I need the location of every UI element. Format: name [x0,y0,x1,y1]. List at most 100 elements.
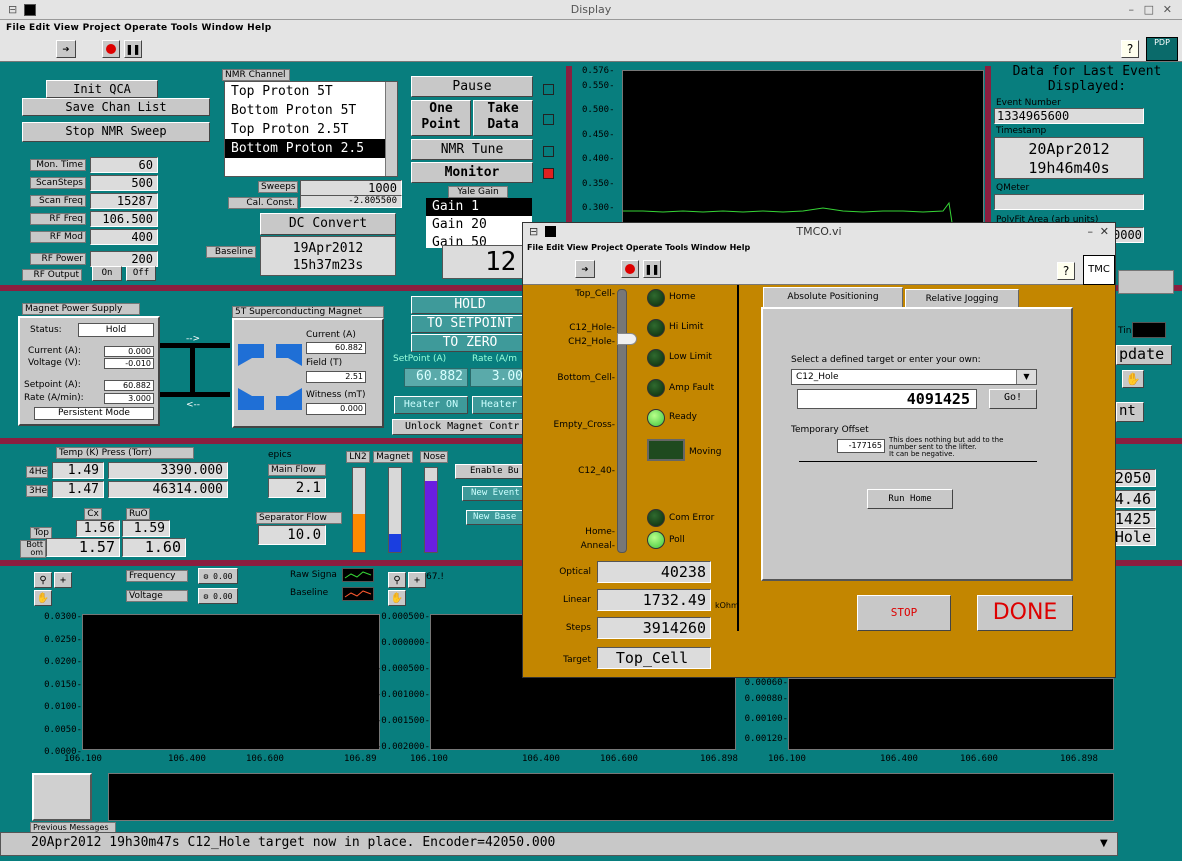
crosshair-icon[interactable]: + [54,572,72,588]
crosshair-icon[interactable]: + [408,572,426,588]
to-setpoint-button[interactable]: TO SETPOINT [411,315,529,333]
maximize-icon[interactable]: □ [1144,0,1154,20]
param-label: Mon. Time [30,159,86,171]
position-slider-thumb[interactable] [617,333,637,345]
menu-bar[interactable]: File Edit View Project Operate Tools Win… [0,20,1182,36]
tick-label: 106.100 [410,754,448,764]
magnet-link [160,392,230,397]
flow-arrow-left: <-- [186,400,201,410]
dc-convert-button[interactable]: DC Convert [260,213,396,235]
minimize-icon[interactable]: – [1129,0,1135,20]
status-light [32,773,92,821]
param-row: ScanSteps 500 [30,175,160,193]
unlock-magnet-button[interactable]: Unlock Magnet Contr [392,419,526,435]
mon-time-field[interactable]: 60 [90,157,158,173]
tmco-help-icon[interactable]: ? [1057,262,1075,280]
pan-hand-icon[interactable]: ✋ [34,590,52,606]
magnet-level-label: Magnet [373,451,413,463]
right-button[interactable]: nt [1116,402,1144,422]
scan-freq-field[interactable]: 15287 [90,193,158,209]
monitor-button[interactable]: Monitor [411,162,533,183]
to-zero-button[interactable]: TO ZERO [411,334,529,352]
run-arrow-icon[interactable]: ➔ [56,40,76,58]
list-scrollbar[interactable] [385,82,397,176]
take-data-button[interactable]: Take Data [473,100,533,136]
frequency-format-icon[interactable]: ⚙ 0.00 [198,568,238,584]
zoom-icon[interactable]: ⚲ [34,572,52,588]
list-item[interactable]: Top Proton 2.5T [225,120,397,139]
list-item[interactable]: Gain 20 [426,216,532,234]
list-item-selected[interactable]: Bottom Proton 2.5 [225,139,397,158]
tick-label: 106.400 [522,754,560,764]
new-event-button[interactable]: New Event [462,486,526,501]
voltage-format-icon[interactable]: ⚙ 0.00 [198,588,238,604]
heater-off-button[interactable]: Heater [472,396,526,414]
tab-relative-jogging[interactable]: Relative Jogging [905,289,1019,309]
run-home-button[interactable]: Run Home [867,489,953,509]
kohm-unit: kOhm [715,601,739,610]
position-slider-track[interactable] [617,289,627,553]
rf-off-button[interactable]: Off [126,266,156,281]
pause-button[interactable]: Pause [411,76,533,97]
pan-hand-icon[interactable]: ✋ [388,590,406,606]
sweeps-field[interactable]: 1000 [300,180,402,196]
temp-header: Temp (K) Press (Torr) [56,447,194,459]
one-point-button[interactable]: One Point [411,100,471,136]
hold-button[interactable]: HOLD [411,296,529,314]
stop-nmr-sweep-button[interactable]: Stop NMR Sweep [22,122,210,142]
tmco-menu-bar[interactable]: File Edit View Project Operate Tools Win… [523,241,1115,255]
tick-label: 0.00080- [744,694,788,704]
main-flow-field: 2.1 [268,478,326,498]
position-label: Top_Cell- [575,289,615,299]
rf-freq-field[interactable]: 106.500 [90,211,158,227]
target-value-input[interactable]: 4091425 [797,389,977,409]
stop-button[interactable]: STOP [857,595,951,631]
setpoint-field[interactable]: 60.882 [104,380,154,391]
window-titlebar: ⊟ Display – □ ✕ [0,0,1182,20]
tmco-menu-icon[interactable]: ⊟ [529,223,538,241]
enable-button[interactable]: Enable Bu [455,464,525,479]
list-item[interactable]: Top Proton 5T [225,82,397,101]
temporary-offset-input[interactable]: -177165 [837,439,885,453]
save-chan-list-button[interactable]: Save Chan List [22,98,210,116]
yale-gain-list[interactable]: Gain 1 Gain 20 Gain 50 [426,198,532,248]
tmco-minimize-icon[interactable]: – [1088,223,1094,241]
last-event-title: Data for Last Event [1012,64,1162,79]
init-qca-button[interactable]: Init QCA [46,80,158,98]
target-select[interactable]: C12_Hole ▼ [791,369,1037,385]
help-icon[interactable]: ? [1121,40,1139,58]
nmr-tune-button[interactable]: NMR Tune [411,139,533,160]
window-menu-icon[interactable]: ⊟ [8,0,17,20]
update-button[interactable]: pdate [1116,345,1172,365]
tab-absolute-positioning[interactable]: Absolute Positioning [763,287,903,309]
rf-mod-field[interactable]: 400 [90,229,158,245]
rf-power-field[interactable]: 200 [90,251,158,267]
big-counter: 12 [442,245,524,279]
list-item[interactable]: Bottom Proton 5T [225,101,397,120]
chevron-down-icon[interactable]: ▼ [1016,370,1036,384]
rate-field[interactable]: 3.000 [104,393,154,404]
tmco-pause-icon[interactable]: ❚❚ [643,260,661,278]
done-button[interactable]: DONE [977,595,1073,631]
zoom-icon[interactable]: ⚲ [388,572,406,588]
new-base-button[interactable]: New Base [466,510,526,525]
rf-on-button[interactable]: On [92,266,122,281]
pause-icon[interactable]: ❚❚ [124,40,142,58]
sc-current-field: 60.882 [306,342,366,354]
scan-steps-field[interactable]: 500 [90,175,158,191]
message-dropdown-icon[interactable]: ▼ [1100,838,1108,849]
hand-tool-icon[interactable]: ✋ [1122,370,1144,388]
nmr-channel-list[interactable]: Top Proton 5T Bottom Proton 5T Top Proto… [224,81,398,177]
list-item-selected[interactable]: Gain 1 [426,198,532,216]
sc-magnet-panel: Current (A) 60.882 Field (T) 2.51 Witnes… [232,318,384,428]
heater-on-button[interactable]: Heater ON [394,396,468,414]
tmco-run-icon[interactable]: ➔ [575,260,595,278]
close-icon[interactable]: ✕ [1163,0,1172,20]
cal-const-field[interactable]: -2.805500 [300,195,402,208]
go-button[interactable]: Go! [989,389,1037,409]
tmco-window: ⊟ TMCO.vi – ✕ File Edit View Project Ope… [522,222,1116,678]
tmco-abort-icon[interactable] [621,260,639,278]
tmco-close-icon[interactable]: ✕ [1100,223,1109,241]
abort-icon[interactable] [102,40,120,58]
tick-label: 0.450- [582,129,615,140]
